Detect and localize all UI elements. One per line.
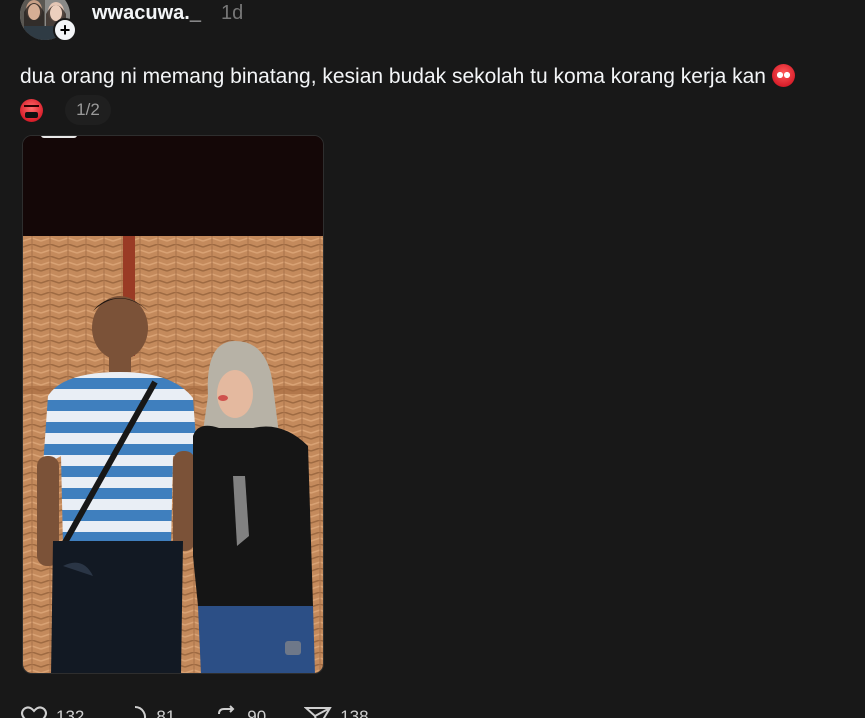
media-counter: 1/2 (65, 95, 111, 125)
send-icon (304, 707, 332, 718)
follow-plus-icon[interactable]: + (53, 18, 77, 42)
heart-icon (21, 706, 47, 718)
post-timestamp[interactable]: 1d (221, 2, 243, 25)
post-image[interactable] (22, 135, 324, 674)
thread-post: + wwacuwa._ 1d dua orang ni memang binat… (0, 0, 865, 718)
repost-button[interactable]: 90 (213, 704, 266, 718)
angry-face-icon (771, 64, 795, 87)
share-count: 138 (340, 707, 369, 718)
reply-count: 81 (156, 707, 176, 718)
reply-button[interactable]: 81 (122, 704, 175, 718)
caption-text: dua orang ni memang binatang, kesian bud… (20, 65, 766, 88)
username[interactable]: wwacuwa._ (92, 2, 201, 25)
repost-count: 90 (247, 707, 267, 718)
like-button[interactable]: 132 (20, 704, 84, 718)
comment-icon (135, 706, 147, 718)
cursing-face-icon (20, 98, 43, 122)
share-button[interactable]: 138 (304, 704, 369, 718)
like-count: 132 (56, 707, 85, 718)
post-actions: 132 81 90 138 (20, 704, 407, 718)
repost-icon (218, 705, 235, 715)
post-caption: dua orang ni memang binatang, kesian bud… (20, 63, 855, 125)
author-avatar-group[interactable]: + (20, 0, 77, 42)
